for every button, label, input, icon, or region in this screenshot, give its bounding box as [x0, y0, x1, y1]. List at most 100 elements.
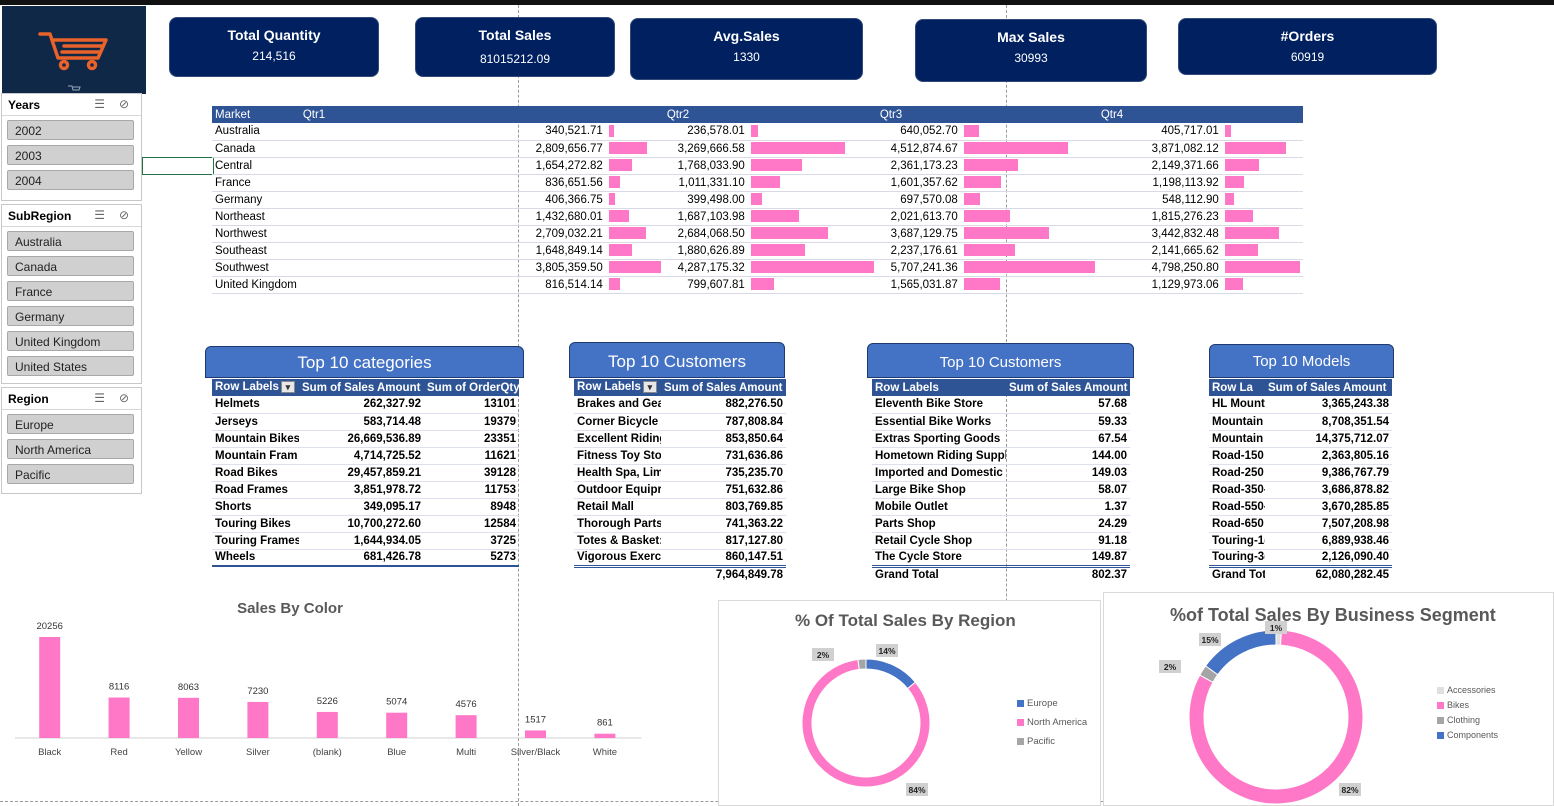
- column-header: Sum of Sales Amount: [299, 379, 424, 396]
- quarter-value: 1,129,973.06: [1151, 278, 1219, 291]
- clear-filter-icon[interactable]: ⊘: [119, 208, 129, 222]
- row-value: 860,147.51: [661, 549, 786, 567]
- row-value: 1,644,934.05: [299, 532, 424, 550]
- multi-select-icon[interactable]: ☰: [94, 208, 105, 222]
- clear-filter-icon[interactable]: ⊘: [119, 391, 129, 405]
- row-value: 26,669,536.89: [299, 430, 424, 448]
- slicer-item[interactable]: Germany: [7, 306, 134, 326]
- row-label: Mobile Outlet: [872, 498, 1006, 516]
- multi-select-icon[interactable]: ☰: [94, 97, 105, 111]
- data-label: 84%: [906, 783, 928, 796]
- legend-label: Accessories: [1447, 685, 1496, 695]
- data-bar: [608, 210, 629, 223]
- market-name: Central: [212, 157, 300, 175]
- row-label: Mountain Bikes: [212, 430, 299, 448]
- quarter-value: 1,601,357.62: [890, 176, 958, 189]
- row-value: 3,365,243.38: [1265, 396, 1392, 414]
- tick-label: Black: [38, 747, 61, 758]
- multi-select-icon[interactable]: ☰: [94, 391, 105, 405]
- quarter-value: 3,269,666.58: [677, 142, 745, 155]
- top-models-title: Top 10 Models: [1209, 344, 1394, 378]
- data-bar: [750, 193, 762, 206]
- table-row: Wheels 681,426.78 5273: [212, 549, 519, 567]
- slicer-item[interactable]: Australia: [7, 231, 134, 251]
- slicer-header: SubRegion ☰ ⊘: [2, 205, 141, 227]
- column-header: Sum of Sales Amount: [1265, 379, 1392, 396]
- clear-filter-icon[interactable]: ⊘: [119, 97, 129, 111]
- data-label-text: 2%: [817, 650, 830, 660]
- slicer-item[interactable]: 2002: [7, 120, 134, 140]
- selected-cell[interactable]: [142, 157, 214, 175]
- grand-total-value: 62,080,282.45: [1265, 564, 1392, 583]
- quarter-value: 1,432,680.01: [535, 210, 603, 223]
- row-value: 12584: [424, 515, 519, 533]
- grand-total-label: Grand Total: [872, 564, 1006, 583]
- table-row: Eleventh Bike Store 57.68: [872, 396, 1130, 414]
- data-bar: [608, 159, 632, 172]
- quarter-value: 1,687,103.98: [677, 210, 745, 223]
- table-row: HL Mount 3,365,243.38: [1209, 396, 1392, 414]
- quarter-cell: 1,011,331.10: [663, 174, 877, 192]
- slicer-item[interactable]: United States: [7, 356, 134, 376]
- table-row: Totes & Basket: 817,127.80: [574, 532, 786, 550]
- slicer-item[interactable]: France: [7, 281, 134, 301]
- row-label: Eleventh Bike Store: [872, 396, 1006, 414]
- column-header-label: Row Labels: [577, 381, 641, 394]
- data-label: 2%: [1159, 660, 1181, 673]
- table-row: Excellent Riding 853,850.64: [574, 430, 786, 448]
- table-row: Southwest 3,805,359.50 4,287,175.32 5,707,2…: [212, 259, 1303, 277]
- quarter-value: 1,198,113.92: [1152, 176, 1219, 189]
- market-name: United Kingdom: [212, 276, 300, 294]
- slicer-item[interactable]: North America: [7, 439, 134, 459]
- data-bar: [608, 176, 620, 189]
- data-bar: [963, 261, 1095, 274]
- shopping-cart-icon: [38, 32, 108, 91]
- filter-dropdown-icon[interactable]: ▾: [642, 381, 657, 394]
- quarter-value: 2,361,173.23: [890, 159, 958, 172]
- slicer-title: SubRegion: [8, 209, 72, 223]
- slicer-item[interactable]: 2004: [7, 170, 134, 190]
- data-label-text: 15%: [1201, 635, 1218, 645]
- table-row: Mountain 8,708,351.54: [1209, 413, 1392, 431]
- row-value: 803,769.85: [661, 498, 786, 516]
- kpi-orders: #Orders 60919: [1178, 18, 1437, 75]
- slicer-item[interactable]: 2003: [7, 145, 134, 165]
- table-row: Essential Bike Works 59.33: [872, 413, 1130, 431]
- legend-item: Bikes: [1437, 700, 1498, 715]
- slicer-item[interactable]: Canada: [7, 256, 134, 276]
- data-bar: [963, 227, 1049, 240]
- grand-total-row: Grand Tot 62,080,282.45: [1209, 564, 1392, 583]
- data-bar: [1224, 176, 1244, 189]
- row-label: Corner Bicycle S: [574, 413, 661, 431]
- quarter-value: 2,021,613.70: [890, 210, 958, 223]
- market-name: France: [212, 174, 300, 192]
- table-row: Road-250 9,386,767.79: [1209, 464, 1392, 482]
- quarter-value: 816,514.14: [545, 278, 603, 291]
- quarter-value: 3,687,129.75: [890, 227, 958, 240]
- quarter-value: 2,141,665.62: [1151, 244, 1219, 257]
- market-name: Northwest: [212, 225, 300, 243]
- slicer-item[interactable]: Europe: [7, 414, 134, 434]
- quarter-value: 1,011,331.10: [678, 176, 745, 189]
- quarter-cell: 1,880,626.89: [663, 242, 877, 260]
- slicer-item[interactable]: United Kingdom: [7, 331, 134, 351]
- table-row: Road-550- 3,670,285.85: [1209, 498, 1392, 516]
- slice-pacific: [857, 658, 867, 670]
- data-label: 4576: [456, 699, 477, 710]
- data-label: 8116: [109, 682, 129, 693]
- quarter-cell: 405,717.01: [1097, 123, 1303, 141]
- filter-dropdown-icon[interactable]: ▾: [280, 381, 295, 394]
- quarter-value: 4,287,175.32: [677, 261, 745, 274]
- column-header-label: Row Labels: [215, 381, 279, 394]
- data-label-text: 14%: [878, 646, 895, 656]
- data-label: 82%: [1339, 783, 1361, 796]
- bar-black: [39, 637, 61, 738]
- row-value: 11621: [424, 447, 519, 465]
- quarter-value: 3,442,832.48: [1151, 227, 1219, 240]
- table-row: Canada 2,809,656.77 3,269,666.58 4,512,874.…: [212, 140, 1303, 158]
- data-bar: [608, 142, 647, 155]
- market-name: Northeast: [212, 208, 300, 226]
- slicer-item[interactable]: Pacific: [7, 464, 134, 484]
- table-bottom-border: [212, 565, 519, 568]
- legend-swatch: [1437, 732, 1444, 740]
